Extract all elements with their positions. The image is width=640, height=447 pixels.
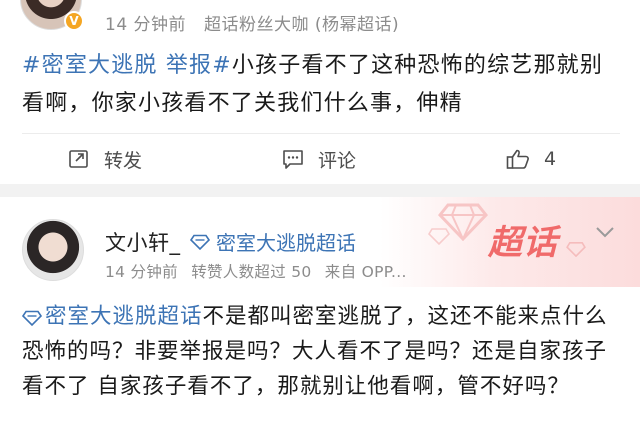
- like-button[interactable]: 4: [506, 134, 556, 184]
- like-count: 4: [544, 148, 557, 170]
- username[interactable]: 文小轩_: [105, 227, 181, 257]
- repost-icon: [69, 150, 88, 168]
- thumbs-up-icon: [506, 149, 529, 169]
- post-text: #密室大逃脱 举报#小孩子看不了这种恐怖的综艺那就别看啊，你家小孩看不了关我们什…: [22, 47, 622, 123]
- post-meta: 14 分钟前 转赞人数超过 50 来自 OPP...: [105, 260, 415, 282]
- post-card: 文小轩_ 密室大逃脱超话 超话 14 分钟前 转赞人数超过 50 来自 OPP.…: [0, 197, 640, 447]
- supertopic-link[interactable]: 密室大逃脱超话: [190, 227, 356, 256]
- diamond-decoration-icon: [566, 241, 586, 257]
- post-time: 14 分钟前: [105, 263, 178, 281]
- repost-label: 转发: [104, 149, 143, 172]
- post-time: 14 分钟前: [105, 15, 187, 35]
- post-source: 来自 OPP...: [324, 263, 407, 281]
- post-source[interactable]: 超话粉丝大咖 (杨幂超话): [204, 15, 399, 35]
- diamond-icon: [190, 234, 210, 250]
- feed-separator: [0, 184, 640, 197]
- diamond-decoration-icon: [428, 228, 450, 245]
- avatar[interactable]: [22, 219, 84, 281]
- post-meta: 14 分钟前 超话粉丝大咖 (杨幂超话): [105, 10, 411, 35]
- supertopic-badge: 超话: [488, 223, 558, 263]
- repost-info: 转赞人数超过 50: [191, 263, 312, 281]
- supertopic-inline-link[interactable]: 密室大逃脱超话: [21, 304, 203, 329]
- repost-button[interactable]: 转发: [68, 134, 142, 184]
- post-text: 密室大逃脱超话不是都叫密室逃脱了，这还不能来点什么恐怖的吗？非要举报是吗？大人看…: [21, 299, 628, 404]
- comment-button[interactable]: 评论: [282, 134, 356, 184]
- verified-badge-icon: V: [64, 11, 84, 31]
- comment-label: 评论: [318, 149, 357, 172]
- chevron-down-icon[interactable]: [594, 225, 616, 239]
- post-card: V 14 分钟前 超话粉丝大咖 (杨幂超话) #密室大逃脱 举报#小孩子看不了这…: [0, 0, 640, 185]
- comment-icon: [283, 150, 303, 169]
- hashtag-link[interactable]: #密室大逃脱 举报#: [22, 53, 232, 78]
- action-bar: 转发 评论 4: [0, 134, 640, 184]
- supertopic-inline-label: 密室大逃脱超话: [45, 304, 203, 329]
- diamond-icon: [21, 310, 43, 327]
- supertopic-name: 密室大逃脱超话: [216, 231, 356, 255]
